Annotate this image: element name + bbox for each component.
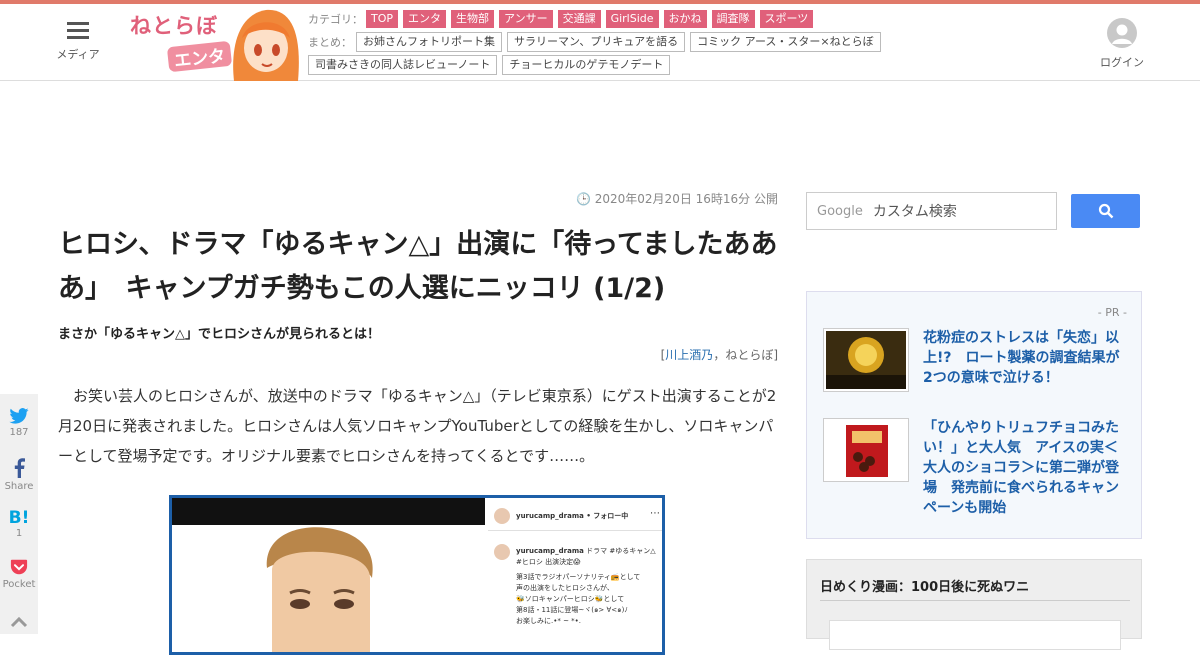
logo-text: ねとらぼ	[130, 14, 218, 38]
publish-date: 🕒 2020年02月20日 16時16分 公開	[58, 190, 778, 207]
hatena-count: 1	[15, 528, 23, 539]
matome-link[interactable]: コミック アース・スター×ねとらぼ	[690, 32, 881, 52]
article-image[interactable]: yurucamp_drama • フォロー中 ⋯ yurucamp_drama …	[169, 495, 665, 655]
facebook-icon	[14, 458, 25, 478]
search-button[interactable]	[1071, 194, 1140, 228]
publish-date-text: 2020年02月20日 16時16分 公開	[594, 192, 778, 206]
matome-label: まとめ：	[308, 36, 352, 49]
category-tag[interactable]: GirlSide	[605, 10, 659, 28]
twitter-count: 187	[9, 427, 29, 438]
insta-line: 第8話・11話に登場~ヾ(๑> ∀<๑)ﾉ	[516, 606, 628, 614]
manga-title[interactable]: 日めくり漫画：100日後に死ぬワニ	[820, 576, 1029, 595]
matome-link[interactable]: お姉さんフォトリポート集	[356, 32, 502, 52]
category-tag[interactable]: おかね	[663, 10, 707, 28]
hatena-share[interactable]: B! 1	[0, 508, 38, 539]
article: 🕒 2020年02月20日 16時16分 公開 ヒロシ、ドラマ「ゆるキャン△」出…	[58, 190, 778, 655]
matome-link[interactable]: チョーヒカルのゲテモノデート	[502, 55, 671, 75]
instagram-post: yurucamp_drama • フォロー中 ⋯ yurucamp_drama …	[488, 498, 662, 652]
more-share[interactable]	[0, 616, 38, 631]
hamburger-icon	[67, 22, 89, 40]
insta-line: お楽しみに.•* ~ *•.	[516, 617, 582, 625]
share-bar: 187 Share B! 1 Pocket	[0, 394, 38, 634]
mascot-icon	[233, 9, 299, 81]
pr-image-icon	[826, 331, 906, 389]
byline-rest: ，ねとらぼ]	[713, 348, 778, 362]
google-label: Google	[817, 203, 863, 219]
search-placeholder: カスタム検索	[872, 204, 957, 220]
category-label: カテゴリ：	[308, 13, 363, 26]
avatar	[494, 508, 510, 524]
pr-thumbnail	[823, 418, 909, 482]
category-nav: カテゴリ： TOP エンタ 生物部 アンサー 交通課 GirlSide おかね …	[308, 10, 818, 28]
pocket-icon	[10, 559, 28, 575]
category-tag[interactable]: 生物部	[451, 10, 495, 28]
portrait-icon	[172, 498, 485, 652]
category-tag[interactable]: アンサー	[499, 10, 553, 28]
facebook-label: Share	[4, 481, 34, 492]
pr-box: - PR - 花粉症のストレスは「失恋」以上!? ロート製薬の調査結果が2つの意…	[806, 291, 1142, 539]
facebook-share[interactable]: Share	[0, 458, 38, 492]
category-tag[interactable]: TOP	[366, 10, 399, 28]
insta-line: 🐝ソロキャンパーヒロシ🐝として	[516, 595, 625, 603]
site-header: メディア ねとらぼ エンタ カテゴリ： TOP エンタ 生物部 アンサー 交通課…	[0, 4, 1200, 81]
insta-follow: • フォロー中	[586, 512, 629, 520]
pocket-label: Pocket	[2, 579, 36, 590]
pr-headline[interactable]: 花粉症のストレスは「失恋」以上!? ロート製薬の調査結果が2つの意味で泣ける！	[923, 328, 1129, 388]
avatar	[494, 544, 510, 560]
matome-link[interactable]: サラリーマン、プリキュアを語る	[507, 32, 686, 52]
category-tag[interactable]: 交通課	[557, 10, 601, 28]
pr-image-icon	[824, 419, 908, 481]
pocket-share[interactable]: Pocket	[0, 558, 38, 590]
twitter-icon	[9, 408, 29, 424]
insta-caption-account: yurucamp_drama	[516, 547, 584, 555]
twitter-share[interactable]: 187	[0, 408, 38, 438]
category-tag[interactable]: スポーツ	[759, 10, 814, 28]
search-icon	[1098, 203, 1113, 219]
search-input[interactable]: Google カスタム検索	[806, 192, 1057, 230]
hatena-icon: B!	[8, 508, 30, 528]
category-tag[interactable]: 調査隊	[711, 10, 755, 28]
hiroshi-photo	[172, 498, 485, 652]
chevron-up-icon	[10, 616, 28, 628]
clock-icon: 🕒	[575, 192, 591, 206]
byline: [川上酒乃，ねとらぼ]	[58, 346, 778, 363]
insta-line: 声の出演をしたヒロシさんが、	[516, 584, 614, 592]
login-button[interactable]: ログイン	[1096, 18, 1148, 70]
article-subtitle: まさか「ゆるキャン△」でヒロシさんが見られるとは！	[58, 327, 380, 342]
matome-nav-row2: 司書みさきの同人誌レビューノート チョーヒカルのゲテモノデート	[308, 55, 675, 75]
manga-widget: 日めくり漫画：100日後に死ぬワニ	[806, 559, 1142, 650]
author-link[interactable]: 川上酒乃	[665, 348, 713, 362]
more-icon[interactable]: ⋯	[650, 508, 660, 519]
site-search: Google カスタム検索	[806, 192, 1142, 230]
matome-nav: まとめ： お姉さんフォトリポート集 サラリーマン、プリキュアを語る コミック ア…	[308, 32, 886, 52]
manga-content	[829, 620, 1121, 650]
media-menu-button[interactable]: メディア	[52, 22, 104, 62]
article-title: ヒロシ、ドラマ「ゆるキャン△」出演に「待ってましたあああ」 キャンプガチ勢もこの…	[58, 229, 778, 304]
user-icon	[1107, 18, 1137, 48]
matome-link[interactable]: 司書みさきの同人誌レビューノート	[308, 55, 498, 75]
site-logo[interactable]: ねとらぼ エンタ	[126, 4, 302, 81]
insta-account: yurucamp_drama	[516, 512, 584, 520]
divider	[820, 600, 1130, 601]
login-label: ログイン	[1100, 56, 1144, 69]
article-body: お笑い芸人のヒロシさんが、放送中のドラマ「ゆるキャン△」（テレビ東京系）にゲスト…	[58, 387, 777, 465]
pr-thumbnail	[823, 328, 909, 392]
media-menu-label: メディア	[56, 48, 100, 61]
logo-sub-text: エンタ	[166, 40, 233, 73]
pr-headline[interactable]: 「ひんやりトリュフチョコみたい！」と大人気 アイスの実＜大人のショコラ＞に第二弾…	[923, 418, 1129, 518]
category-tag[interactable]: エンタ	[403, 10, 447, 28]
pr-label: - PR -	[1097, 306, 1127, 319]
insta-line: 第3話でラジオパーソナリティ📻として	[516, 573, 641, 581]
sidebar: Google カスタム検索 - PR - 花粉症のストレスは「失恋」以上!? ロ…	[806, 192, 1142, 650]
